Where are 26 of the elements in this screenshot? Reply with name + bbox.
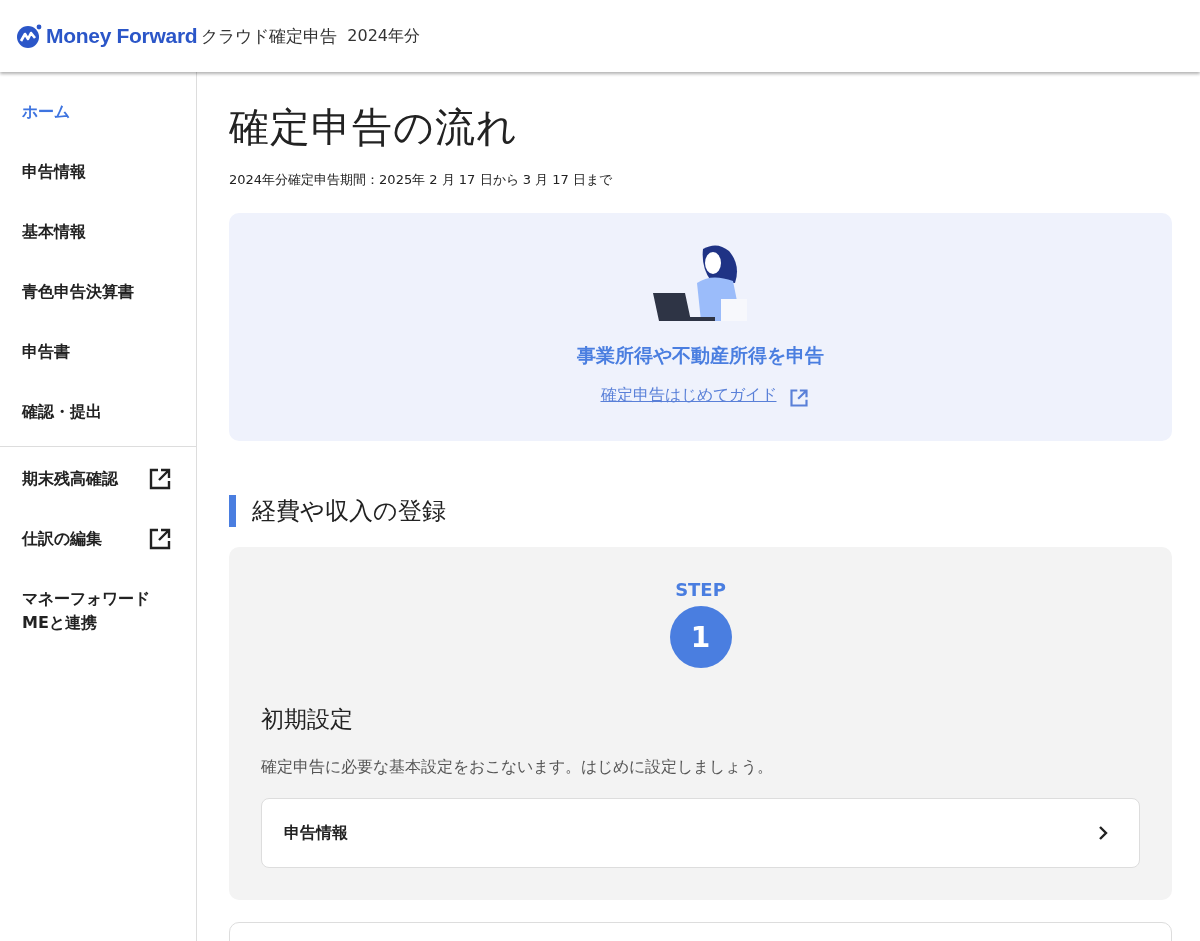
step-number: 1 xyxy=(669,606,732,668)
sidebar-item[interactable]: マネーフォワードMEと連携 xyxy=(0,569,172,653)
logo-text: Money Forward xyxy=(46,24,198,48)
year-label: 2024年分 xyxy=(347,25,420,47)
sidebar-item[interactable]: 申告情報 xyxy=(0,142,196,202)
banner-heading: 事業所得や不動産所得を申告 xyxy=(577,343,824,368)
sidebar-item[interactable]: 基本情報 xyxy=(0,202,196,262)
product-name: クラウド確定申告 xyxy=(201,24,338,48)
step-label: STEP xyxy=(675,579,726,600)
external-link-icon[interactable] xyxy=(148,527,172,551)
sidebar-item[interactable]: 仕訳の編集 xyxy=(0,509,102,569)
step-description: 確定申告に必要な基本設定をおこないます。はじめに設定しましょう。 xyxy=(261,757,774,778)
period-text: 2024年分確定申告期間：2025年 2 月 17 日から 3 月 17 日まで xyxy=(229,171,613,189)
step-title: 初期設定 xyxy=(261,705,354,734)
sidebar-item[interactable]: 申告書 xyxy=(0,322,196,382)
sidebar-item[interactable]: 確認・提出 xyxy=(0,382,196,442)
logo-icon xyxy=(16,24,42,48)
page-title: 確定申告の流れ xyxy=(229,103,519,152)
external-link-icon[interactable] xyxy=(148,467,172,491)
settings-row-button[interactable]: 申告情報 xyxy=(261,798,1140,868)
sidebar-item[interactable]: ホーム xyxy=(0,82,196,142)
section-title: 経費や収入の登録 xyxy=(229,495,1172,527)
sidebar-item[interactable]: 青色申告決算書 xyxy=(0,262,196,322)
chevron-right-icon xyxy=(1097,825,1109,841)
guide-link[interactable]: 確定申告はじめてガイド xyxy=(600,385,777,406)
sidebar-item[interactable]: 期末残高確認 xyxy=(0,449,118,509)
